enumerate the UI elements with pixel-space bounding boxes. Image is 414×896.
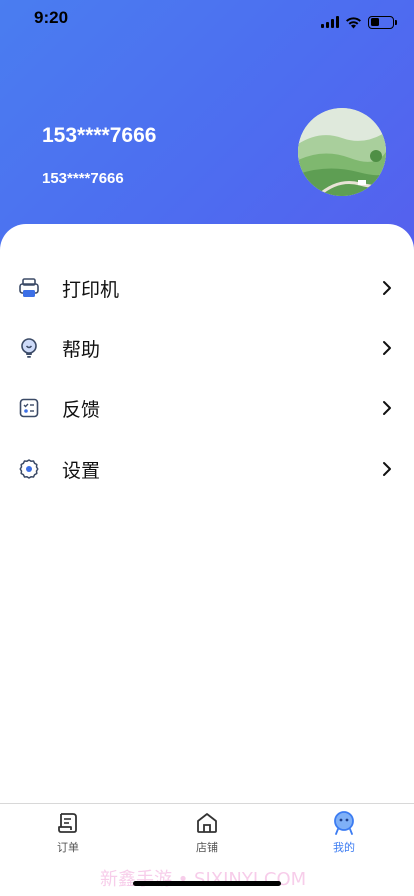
printer-icon bbox=[18, 277, 40, 299]
store-icon bbox=[194, 810, 220, 836]
avatar-landscape-image bbox=[298, 108, 386, 196]
menu-item-feedback[interactable]: 反馈 bbox=[0, 378, 414, 438]
tab-label: 我的 bbox=[333, 841, 355, 854]
watermark: 新鑫手游 • SIXINYI.COM bbox=[100, 869, 307, 890]
status-icons bbox=[321, 14, 397, 30]
battery-icon bbox=[368, 15, 397, 29]
feedback-checklist-icon bbox=[18, 397, 40, 419]
status-bar: 9:20 bbox=[0, 0, 414, 40]
cellular-signal-icon bbox=[321, 16, 339, 28]
profile-header: 9:20 153****7666 153****7666 bbox=[0, 0, 414, 260]
home-indicator bbox=[133, 881, 281, 886]
tab-label: 店铺 bbox=[196, 841, 218, 854]
wifi-icon bbox=[346, 16, 361, 28]
menu-item-label: 反馈 bbox=[62, 398, 101, 421]
status-time: 9:20 bbox=[34, 8, 69, 27]
menu-item-settings[interactable]: 设置 bbox=[0, 439, 414, 499]
tab-store[interactable]: 店铺 bbox=[167, 810, 247, 860]
menu-item-label: 设置 bbox=[62, 459, 101, 482]
tab-orders[interactable]: 订单 bbox=[28, 810, 108, 860]
help-bulb-icon bbox=[18, 337, 40, 359]
chevron-right-icon bbox=[383, 401, 391, 415]
tab-profile[interactable]: 我的 bbox=[304, 810, 384, 860]
menu-item-help[interactable]: 帮助 bbox=[0, 318, 414, 378]
profile-icon bbox=[331, 810, 357, 836]
user-name[interactable]: 153****7666 bbox=[42, 124, 156, 148]
gear-icon bbox=[18, 458, 40, 480]
menu-item-printer[interactable]: 打印机 bbox=[0, 258, 414, 318]
tab-label: 订单 bbox=[57, 841, 79, 854]
avatar[interactable] bbox=[298, 108, 386, 196]
user-phone: 153****7666 bbox=[42, 170, 124, 187]
chevron-right-icon bbox=[383, 462, 391, 476]
menu-item-label: 打印机 bbox=[62, 278, 120, 301]
menu-card: 打印机 帮助 反馈 设置 bbox=[0, 224, 414, 804]
chevron-right-icon bbox=[383, 341, 391, 355]
order-icon bbox=[55, 810, 81, 836]
menu-item-label: 帮助 bbox=[62, 338, 101, 361]
chevron-right-icon bbox=[383, 281, 391, 295]
